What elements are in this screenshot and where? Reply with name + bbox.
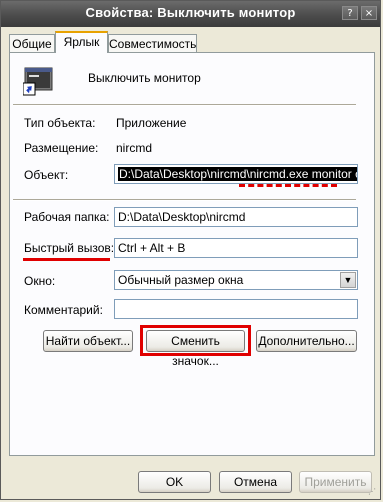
- window-mode-label: Окно:: [24, 274, 56, 288]
- tab-compatibility[interactable]: Совместимость: [108, 34, 197, 52]
- annotation-underline-hotkey: [23, 258, 110, 261]
- workdir-label: Рабочая папка:: [24, 210, 110, 224]
- separator: [13, 104, 356, 106]
- hotkey-input[interactable]: Ctrl + Alt + B: [114, 238, 358, 258]
- window-title: Свойства: Выключить монитор: [85, 5, 296, 20]
- annotation-box-change-icon: [140, 325, 251, 356]
- close-button[interactable]: ×: [361, 6, 377, 20]
- comment-label: Комментарий:: [24, 303, 103, 317]
- target-input[interactable]: D:\Data\Desktop\nircmd\nircmd.exe monito…: [114, 164, 358, 184]
- window-mode-select[interactable]: Обычный размер окна ▼: [114, 270, 358, 290]
- comment-input[interactable]: [114, 299, 358, 319]
- target-label: Объект:: [24, 168, 69, 182]
- annotation-underline-target: [239, 184, 337, 187]
- resize-grip-icon[interactable]: ⋰: [368, 487, 378, 497]
- object-type-label: Тип объекта:: [24, 116, 96, 130]
- location-label: Размещение:: [24, 141, 99, 155]
- find-target-button[interactable]: Найти объект...: [43, 330, 133, 352]
- chevron-down-icon[interactable]: ▼: [340, 272, 356, 288]
- tab-general[interactable]: Общие: [9, 34, 55, 52]
- object-type-value: Приложение: [116, 116, 187, 130]
- cancel-button[interactable]: Отмена: [219, 471, 292, 493]
- hotkey-label: Быстрый вызов:: [24, 241, 115, 255]
- separator: [13, 199, 356, 201]
- ok-button[interactable]: OK: [138, 471, 211, 493]
- location-value: nircmd: [116, 141, 153, 155]
- apply-button[interactable]: Применить: [299, 471, 372, 493]
- title-bar[interactable]: Свойства: Выключить монитор ? ×: [1, 1, 380, 27]
- shortcut-name: Выключить монитор: [88, 71, 201, 85]
- workdir-input[interactable]: D:\Data\Desktop\nircmd: [114, 207, 358, 227]
- advanced-button[interactable]: Дополнительно...: [256, 330, 357, 352]
- tab-shortcut[interactable]: Ярлык: [55, 31, 108, 53]
- target-input-text: D:\Data\Desktop\nircmd\nircmd.exe monito…: [118, 167, 357, 181]
- properties-dialog: Свойства: Выключить монитор ? × Общие Яр…: [0, 0, 381, 500]
- help-button[interactable]: ?: [342, 6, 358, 20]
- window-mode-value: Обычный размер окна: [118, 273, 244, 287]
- application-shortcut-icon: [23, 67, 53, 96]
